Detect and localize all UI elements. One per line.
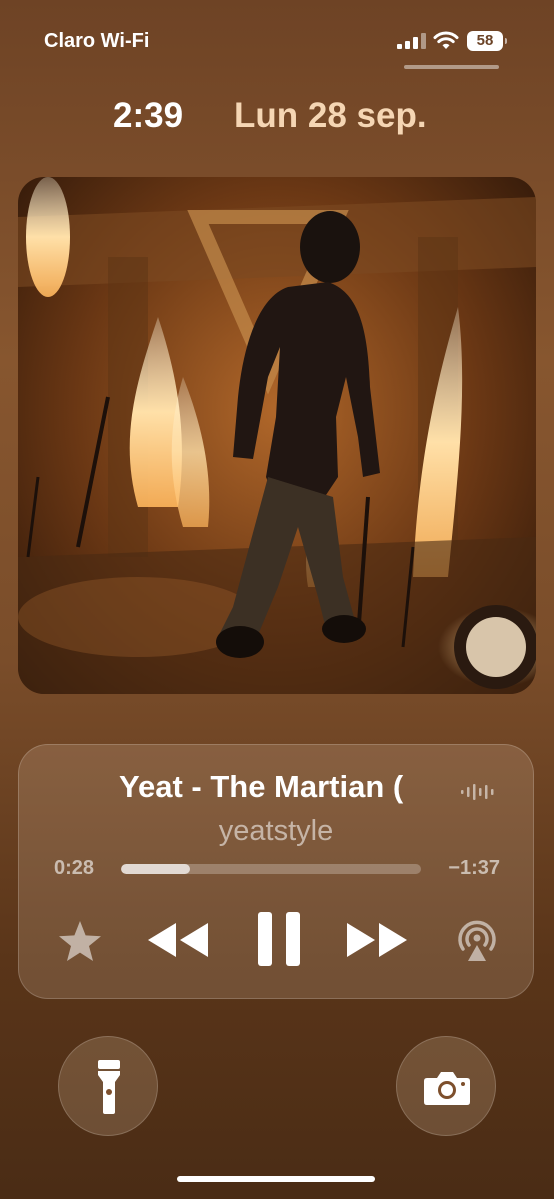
home-indicator[interactable]: [177, 1176, 375, 1182]
rewind-icon[interactable]: [146, 920, 210, 960]
battery-level: 58: [476, 32, 494, 49]
flashlight-button[interactable]: [58, 1036, 158, 1136]
carrier-label: Claro Wi-Fi: [44, 30, 150, 52]
wifi-icon: [433, 31, 459, 49]
airplay-audio-icon[interactable]: [455, 919, 499, 963]
playback-scrubber[interactable]: [121, 864, 421, 874]
fast-forward-icon[interactable]: [345, 920, 409, 960]
star-icon[interactable]: [57, 919, 103, 963]
album-artwork[interactable]: [18, 177, 536, 694]
camera-icon: [424, 1072, 470, 1105]
elapsed-time: 0:28: [54, 857, 95, 879]
status-bar: Claro Wi-Fi 58: [0, 0, 554, 70]
playback-progress-fill: [121, 864, 190, 874]
battery-indicator: 58: [467, 31, 507, 51]
clock-time: 2:39: [113, 96, 184, 135]
camera-button[interactable]: [396, 1036, 496, 1136]
track-title[interactable]: Yeat - The Martian (: [119, 769, 459, 809]
control-center-grabber[interactable]: [404, 65, 499, 69]
audio-waveform-icon: [461, 784, 494, 800]
lock-screen-clock: 2:39 Lun 28 sep.: [0, 96, 554, 138]
remaining-time: −1:37: [448, 857, 500, 879]
clock-date: Lun 28 sep.: [234, 96, 427, 135]
now-playing-widget: Yeat - The Martian ( yeatstyle 0:28 −1:3…: [18, 744, 534, 999]
cellular-signal-icon: [397, 33, 427, 49]
flashlight-icon: [98, 1060, 120, 1114]
album-artwork-image: [18, 177, 536, 694]
pause-icon[interactable]: [256, 910, 302, 968]
track-artist[interactable]: yeatstyle: [19, 815, 533, 848]
